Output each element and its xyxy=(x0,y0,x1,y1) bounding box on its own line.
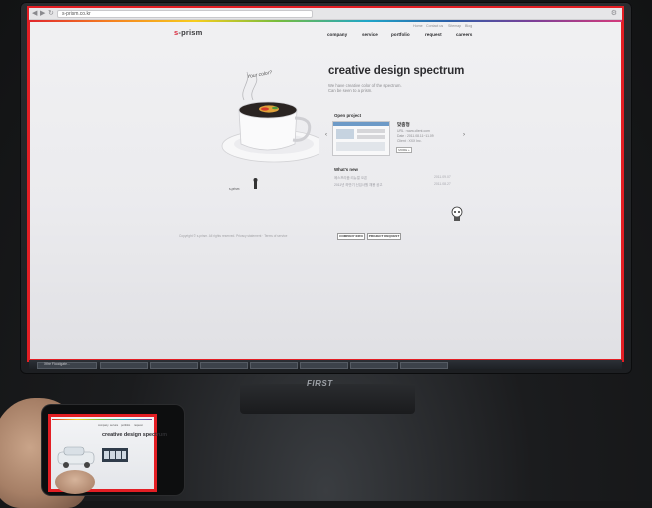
project-meta-client: Client : XXX Inc. xyxy=(397,139,422,143)
color-swirl-red xyxy=(261,107,269,111)
phone-nav-service[interactable]: service xyxy=(110,424,118,427)
logo-text: -prism xyxy=(178,28,203,37)
nav-company[interactable]: company xyxy=(327,32,347,37)
thumb-block xyxy=(357,135,385,139)
taskbar-item[interactable] xyxy=(200,362,248,369)
back-arrow-icon[interactable]: ◀ xyxy=(32,9,37,18)
project-meta-date: Date : 2011.08.11~11.09 xyxy=(397,134,434,138)
thumb-header xyxy=(333,122,389,126)
project-meta-url: URL : www.client.com xyxy=(397,129,430,133)
open-project-label: Open project xyxy=(334,113,362,118)
taskbar-item[interactable] xyxy=(400,362,448,369)
thumb-block xyxy=(336,142,385,151)
page-subtitle: We have creative color of the spectrum. … xyxy=(328,83,402,93)
taskbar-item[interactable] xyxy=(150,362,198,369)
taskbar-item-label: Xfire Floodgate... xyxy=(44,362,70,366)
wrench-icon[interactable]: ⚙ xyxy=(611,9,617,18)
mascot-icon[interactable] xyxy=(450,206,464,222)
car-wheel xyxy=(63,462,69,468)
nav-request[interactable]: request xyxy=(425,32,442,37)
project-title[interactable]: 맞춤형 xyxy=(397,122,410,128)
news-item-date: 2011.08.27 xyxy=(434,182,451,186)
car-roof xyxy=(63,446,85,456)
site-logo[interactable]: s-prism xyxy=(174,28,203,37)
taskbar-item[interactable] xyxy=(300,362,348,369)
util-link-sitemap[interactable]: Sitemap xyxy=(448,24,461,28)
color-swirl-green xyxy=(272,106,278,110)
util-link-home[interactable]: Home xyxy=(413,24,423,28)
phone-spectrum-bar xyxy=(52,419,152,420)
address-bar[interactable]: s-prism.co.kr xyxy=(57,10,313,18)
phone-nav-company[interactable]: company xyxy=(98,424,109,427)
grid-cell xyxy=(116,451,121,459)
mascot-eye xyxy=(458,211,460,213)
reload-icon[interactable]: ↻ xyxy=(48,9,54,18)
forward-arrow-icon[interactable]: ▶ xyxy=(40,9,45,18)
taskbar-item[interactable] xyxy=(350,362,398,369)
coffee-cup-illustration xyxy=(221,71,319,163)
subtitle-line-2: Can be seen to a prism. xyxy=(328,88,373,94)
nav-service[interactable]: service xyxy=(362,32,378,37)
thumb-block xyxy=(357,129,385,133)
mascot-body xyxy=(454,217,460,221)
footer-copyright: Copyright © s-prism. All rights reserved… xyxy=(179,234,288,238)
taskbar-item[interactable] xyxy=(250,362,298,369)
project-more-button[interactable]: MORE + xyxy=(396,147,412,153)
phone-nav-request[interactable]: request xyxy=(134,424,143,427)
mascot-face xyxy=(451,206,463,218)
grid-cell xyxy=(104,451,109,459)
phone-car-illustration xyxy=(57,446,95,468)
monitor-brand-logo: FIRST xyxy=(307,379,333,388)
monitor-screen: ◀ ▶ ↻ s-prism.co.kr ⚙ Home Contact us Si… xyxy=(27,6,624,362)
taskbar-item[interactable] xyxy=(100,362,148,369)
car-wheel xyxy=(84,462,90,468)
steam-line-2 xyxy=(251,75,258,101)
nav-portfolio[interactable]: portfolio xyxy=(391,32,410,37)
illustration-label: s-prism xyxy=(229,187,240,191)
news-item-title[interactable]: 2011년 하반기 신입사원 채용 공고 xyxy=(334,182,383,187)
figure-head xyxy=(253,178,258,182)
thumb-finger xyxy=(55,470,95,494)
project-request-button[interactable]: PROJECT REQUEST xyxy=(367,233,401,240)
mascot-eye xyxy=(454,211,456,213)
project-thumbnail[interactable] xyxy=(332,121,390,156)
phone-headline: creative design spectrum xyxy=(102,432,168,438)
monitor-stand xyxy=(240,384,415,414)
next-arrow-icon[interactable]: › xyxy=(463,132,465,138)
small-figure-illustration xyxy=(253,178,258,189)
whats-new-label: What's new xyxy=(334,167,358,172)
util-link-contact[interactable]: Contact us xyxy=(426,24,443,28)
page-headline: creative design spectrum xyxy=(328,65,465,77)
grid-cell xyxy=(110,451,115,459)
prev-arrow-icon[interactable]: ‹ xyxy=(325,132,327,138)
thumb-block xyxy=(336,129,354,139)
nav-careers[interactable]: careers xyxy=(456,32,472,37)
news-item-title[interactable]: 에스프리즘 리뉴얼 오픈 xyxy=(334,175,367,180)
util-link-blog[interactable]: Blog xyxy=(465,24,472,28)
phone-nav-portfolio[interactable]: portfolio xyxy=(121,424,130,427)
company-info-button[interactable]: COMPANY INFO xyxy=(337,233,365,240)
spectrum-bar xyxy=(29,20,622,22)
news-item-date: 2011.09.07 xyxy=(434,175,451,179)
grid-cell xyxy=(122,451,126,459)
phone-thumbnail-grid[interactable] xyxy=(102,448,128,462)
